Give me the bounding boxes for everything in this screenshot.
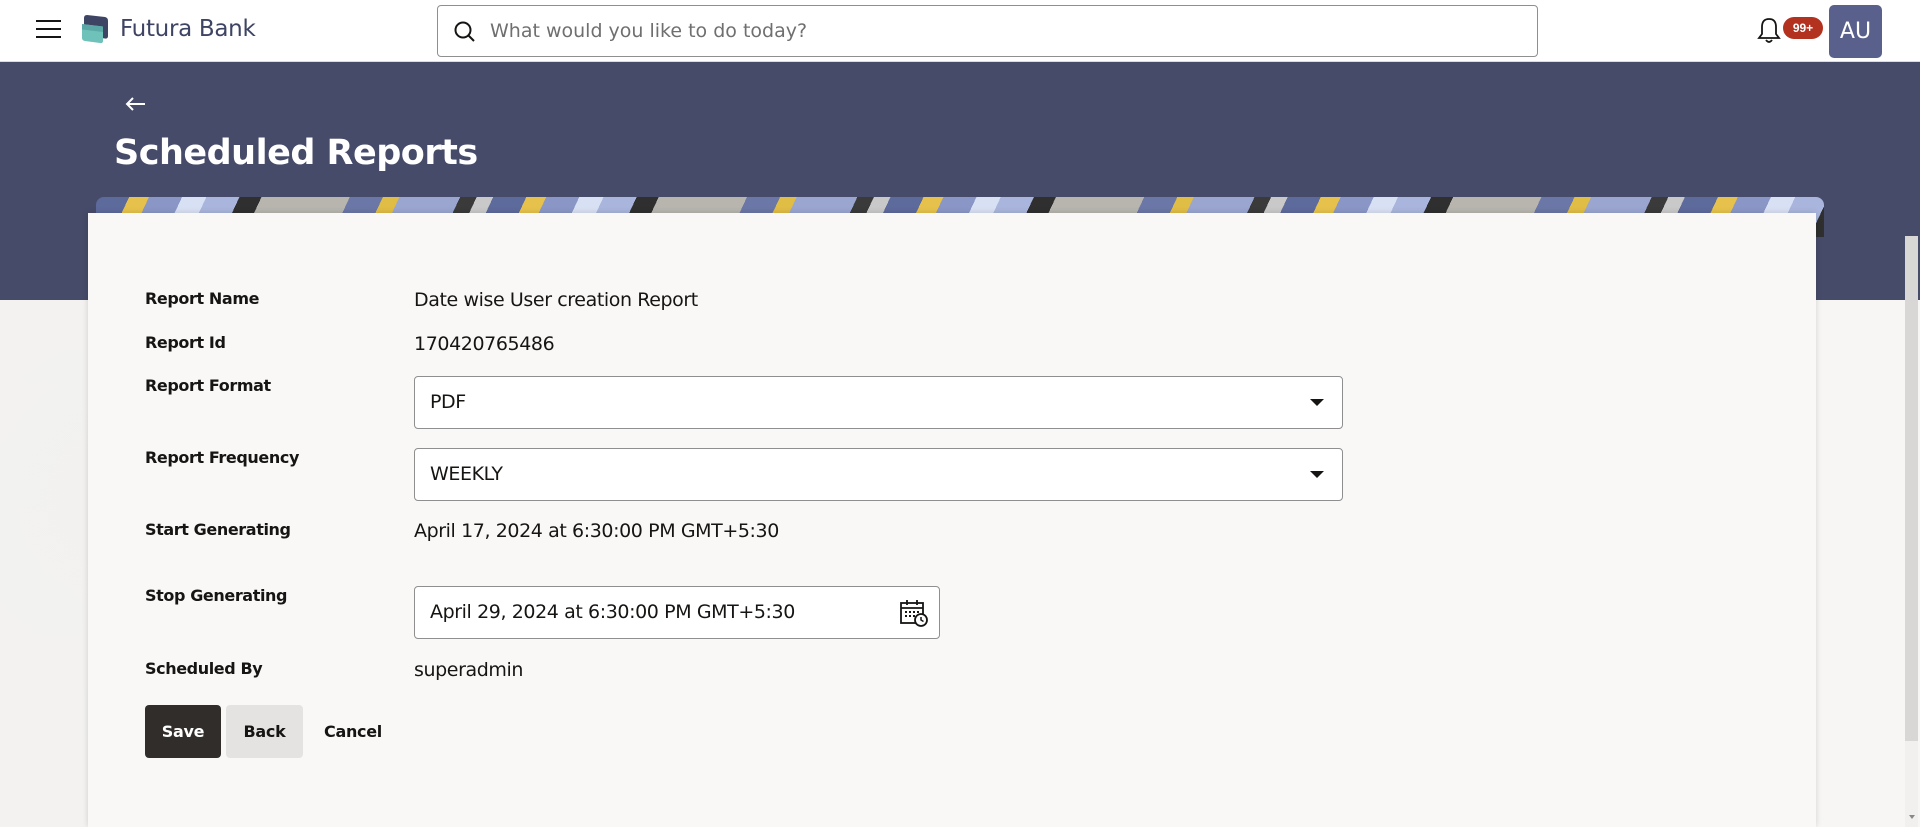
hamburger-icon[interactable]	[36, 20, 61, 40]
brand-name: Futura Bank	[120, 16, 256, 42]
search-icon	[454, 21, 475, 42]
report-format-selected: PDF	[430, 391, 466, 413]
scheduled-by-value: superadmin	[414, 659, 524, 681]
calendar-clock-icon[interactable]	[899, 598, 929, 628]
scrollbar-thumb[interactable]	[1905, 236, 1918, 741]
top-bar: Futura Bank 99+ AU	[0, 0, 1920, 62]
caret-down-icon	[1310, 399, 1324, 406]
scheduled-by-label: Scheduled By	[145, 659, 263, 678]
report-id-label: Report Id	[145, 333, 226, 352]
report-format-label: Report Format	[145, 376, 271, 395]
futura-bank-logo-icon	[82, 15, 108, 44]
report-name-label: Report Name	[145, 289, 260, 308]
save-button[interactable]: Save	[145, 705, 221, 758]
avatar[interactable]: AU	[1829, 5, 1882, 58]
stop-generating-value: April 29, 2024 at 6:30:00 PM GMT+5:30	[430, 601, 795, 623]
report-id-value: 170420765486	[414, 333, 555, 355]
back-button[interactable]: Back	[226, 705, 303, 758]
start-generating-value: April 17, 2024 at 6:30:00 PM GMT+5:30	[414, 520, 779, 542]
bell-icon[interactable]	[1756, 16, 1782, 44]
caret-down-icon	[1310, 471, 1324, 478]
stop-generating-label: Stop Generating	[145, 586, 288, 605]
report-frequency-label: Report Frequency	[145, 448, 299, 467]
search-input[interactable]	[490, 14, 1520, 48]
report-format-select[interactable]: PDF	[414, 376, 1343, 429]
start-generating-label: Start Generating	[145, 520, 291, 539]
report-frequency-selected: WEEKLY	[430, 463, 503, 485]
arrow-left-icon[interactable]	[124, 92, 148, 116]
report-name-value: Date wise User creation Report	[414, 289, 698, 311]
scroll-down-arrow-icon[interactable]	[1909, 815, 1915, 819]
stop-generating-datetime-input[interactable]: April 29, 2024 at 6:30:00 PM GMT+5:30	[414, 586, 940, 639]
page-title: Scheduled Reports	[114, 133, 478, 173]
search-bar[interactable]	[437, 5, 1538, 57]
report-frequency-select[interactable]: WEEKLY	[414, 448, 1343, 501]
notification-badge: 99+	[1783, 17, 1823, 39]
cancel-button[interactable]: Cancel	[312, 705, 394, 758]
